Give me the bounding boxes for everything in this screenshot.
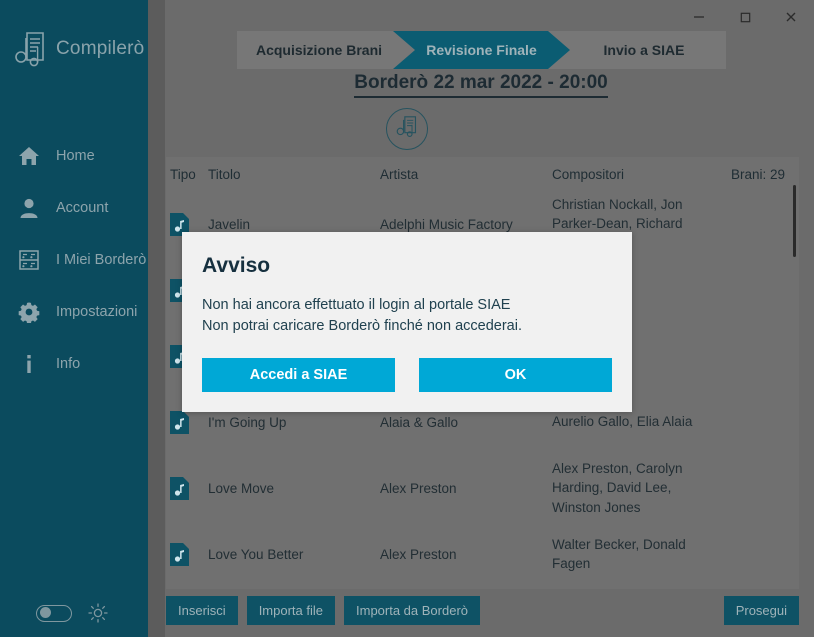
music-file-icon — [170, 542, 208, 566]
ok-button[interactable]: OK — [419, 358, 612, 393]
dialog-message-line-1: Non hai ancora effettuato il login al po… — [202, 297, 511, 313]
cell-titolo: Love You Better — [208, 546, 304, 562]
cell-titolo: Love Move — [208, 480, 275, 496]
music-score-icon — [396, 114, 419, 144]
column-header-titolo: Titolo — [208, 166, 241, 182]
sidebar-item-account[interactable]: Account — [0, 182, 148, 234]
prosegui-button[interactable]: Prosegui — [723, 596, 799, 625]
step-revisione-finale[interactable]: Revisione Finale — [393, 31, 570, 69]
toggle-knob — [40, 607, 51, 618]
cell-artista: Alex Preston — [380, 546, 457, 562]
dialog-message: Non hai ancora effettuato il login al po… — [202, 295, 612, 336]
application-window: Compilerò Home Account I Miei Borderò Im… — [0, 0, 814, 637]
cell-compositori: Aurelio Gallo, Elia Alaia — [552, 414, 693, 430]
bottom-toolbar: Inserisci Importa file Importa da Border… — [166, 596, 799, 625]
person-icon — [18, 197, 40, 219]
sidebar-item-info[interactable]: Info — [0, 338, 148, 390]
sidebar-nav: Home Account I Miei Borderò Impostazioni… — [0, 130, 148, 390]
content-edge-strip — [148, 0, 165, 637]
sun-icon[interactable] — [88, 603, 108, 623]
cell-titolo: Javelin — [208, 216, 251, 232]
sidebar-item-label: I Miei Borderò — [56, 252, 147, 268]
dialog-message-line-2: Non potrai caricare Borderò finché non a… — [202, 317, 522, 334]
cell-compositori: Walter Becker, Donald Fagen — [552, 536, 686, 571]
page-title-text: Borderò 22 mar 2022 - 20:00 — [354, 72, 608, 98]
close-icon[interactable] — [768, 0, 814, 34]
music-score-icon — [14, 30, 48, 68]
window-controls — [676, 0, 814, 34]
accedi-a-siae-button[interactable]: Accedi a SIAE — [202, 358, 395, 393]
importa-file-button[interactable]: Importa file — [246, 596, 335, 625]
cell-compositori: Alex Preston, Carolyn Harding, David Lee… — [552, 461, 683, 515]
info-icon — [18, 353, 40, 375]
cell-artista: Adelphi Music Factory — [380, 216, 513, 232]
dialog-title: Avviso — [202, 254, 271, 277]
sidebar: Compilerò Home Account I Miei Borderò Im… — [0, 0, 148, 637]
maximize-icon[interactable] — [722, 0, 768, 34]
songs-count: Brani: 29 — [730, 166, 785, 182]
column-header-tipo: Tipo — [170, 166, 196, 182]
brand-name: Compilerò — [56, 38, 145, 59]
sidebar-item-label: Impostazioni — [56, 304, 138, 320]
table-header: Tipo Titolo Artista Compositori Brani: 2… — [166, 157, 799, 191]
home-icon — [18, 145, 40, 167]
sidebar-item-impostazioni[interactable]: Impostazioni — [0, 286, 148, 338]
inserisci-button[interactable]: Inserisci — [166, 596, 238, 625]
column-header-compositori: Compositori — [552, 166, 625, 182]
stepper: Acquisizione Brani Revisione Finale Invi… — [237, 31, 726, 69]
music-file-icon — [170, 476, 208, 500]
sidebar-item-i-miei-bordero[interactable]: I Miei Borderò — [0, 234, 148, 286]
sidebar-item-label: Home — [56, 148, 95, 164]
cell-titolo: I'm Going Up — [208, 414, 287, 430]
step-label: Invio a SIAE — [603, 42, 685, 58]
sidebar-item-home[interactable]: Home — [0, 130, 148, 182]
page-title: Borderò 22 mar 2022 - 20:00 — [148, 72, 814, 98]
dialog-actions: Accedi a SIAE OK — [202, 358, 612, 393]
cell-artista: Alex Preston — [380, 480, 457, 496]
scrollbar-thumb[interactable] — [793, 185, 796, 257]
bordero-badge[interactable] — [386, 108, 428, 150]
table-row[interactable]: Love You Better Alex Preston Walter Beck… — [166, 521, 799, 587]
gear-icon — [18, 301, 40, 323]
music-file-icon — [170, 410, 208, 434]
step-label: Revisione Finale — [426, 42, 537, 58]
avviso-dialog: Avviso Non hai ancora effettuato il logi… — [182, 232, 632, 413]
importa-da-bordero-button[interactable]: Importa da Borderò — [344, 596, 481, 625]
sidebar-item-label: Account — [56, 200, 109, 216]
step-label: Acquisizione Brani — [255, 42, 383, 58]
cell-artista: Alaia & Gallo — [380, 414, 459, 430]
brand: Compilerò — [0, 0, 148, 68]
sidebar-item-label: Info — [56, 356, 81, 372]
step-invio-a-siae[interactable]: Invio a SIAE — [562, 31, 726, 69]
minimize-icon[interactable] — [676, 0, 722, 34]
step-acquisizione-brani[interactable]: Acquisizione Brani — [237, 31, 401, 69]
table-row[interactable]: Love Move Alex Preston Alex Preston, Car… — [166, 455, 799, 521]
sidebar-footer — [0, 603, 148, 623]
theme-toggle[interactable] — [36, 604, 72, 622]
column-header-artista: Artista — [380, 166, 419, 182]
music-sheet-icon — [18, 249, 40, 271]
